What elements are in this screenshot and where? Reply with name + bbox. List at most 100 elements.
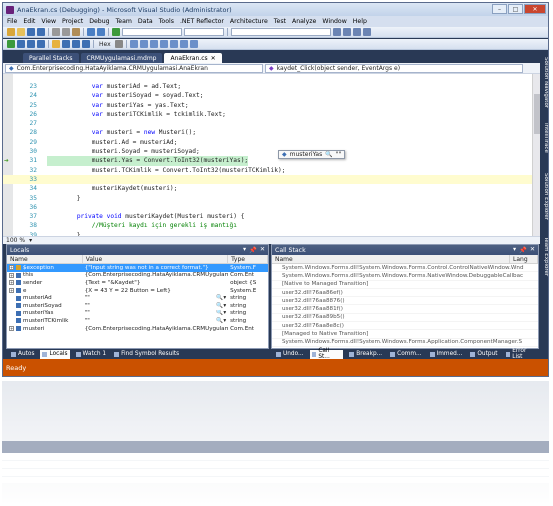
tab-anaekran-cs[interactable]: AnaEkran.cs ✕ [164, 53, 222, 63]
continue-icon[interactable] [7, 40, 15, 48]
tab-error-list[interactable]: Error List [504, 348, 540, 360]
callstack-row[interactable]: System.Windows.Forms.dll!System.Windows.… [272, 264, 538, 273]
callstack-row[interactable]: System.Windows.Forms.dll!System.Windows.… [272, 272, 538, 281]
datatip[interactable]: ◆ musteriYas 🔍 "" [278, 150, 346, 159]
expand-icon[interactable]: + [9, 265, 14, 271]
code-line[interactable]: 31 musteri.Yas = Convert.ToInt32(musteri… [3, 156, 540, 166]
stop-debugging-icon[interactable] [27, 40, 35, 48]
code-line[interactable]: 24 var musteriSoyad = soyad.Text; [3, 91, 540, 100]
cut-icon[interactable] [52, 28, 60, 36]
hex-toggle[interactable]: Hex [97, 41, 113, 48]
code-line[interactable]: 37 private void musteriKaydet(Musteri mu… [3, 212, 540, 221]
locals-row[interactable]: musteriYas "" 🔍▾ string [7, 310, 268, 318]
menu-team[interactable]: Team [116, 18, 132, 25]
magnifier-icon[interactable]: 🔍▾ [216, 318, 228, 324]
new-project-icon[interactable] [7, 28, 15, 36]
menu-architecture[interactable]: Architecture [230, 18, 268, 25]
menu-edit[interactable]: Edit [23, 18, 35, 25]
close-button[interactable]: ✕ [524, 4, 546, 14]
column-name[interactable]: Name [7, 255, 83, 263]
dropdown-icon[interactable]: ▾ [243, 246, 246, 254]
locals-row[interactable]: musteriAd "" 🔍▾ string [7, 294, 268, 302]
code-line[interactable]: 33 [3, 174, 540, 185]
code-line[interactable]: 36 [3, 203, 540, 212]
step-over-icon[interactable] [72, 40, 80, 48]
copy-icon[interactable] [62, 28, 70, 36]
close-icon[interactable]: ✕ [260, 246, 265, 254]
locals-row[interactable]: + this {Com.Enterprisecoding.HataAyiklama.… [7, 272, 268, 280]
magnifier-icon[interactable]: 🔍▾ [216, 295, 228, 301]
column-type[interactable]: Type [228, 255, 268, 263]
platform-combo[interactable] [184, 28, 224, 36]
menu-project[interactable]: Project [62, 18, 83, 25]
chevron-down-icon[interactable]: ▾ [29, 237, 32, 244]
tab-watch-1[interactable]: Watch 1 [74, 350, 109, 359]
next-bookmark-icon[interactable] [179, 40, 188, 48]
tab-autos[interactable]: Autos [9, 350, 36, 359]
expand-icon[interactable]: + [9, 272, 14, 278]
tab-immediate[interactable]: Immed... [428, 350, 465, 359]
column-lang[interactable]: Lang [510, 255, 538, 263]
expand-icon[interactable]: + [9, 280, 14, 286]
step-out-icon[interactable] [82, 40, 90, 48]
code-editor[interactable]: 23 var musteriAd = ad.Text; 24 var muster… [3, 74, 540, 236]
code-line[interactable]: 25 var musteriYas = yas.Text; [3, 101, 540, 110]
menu-data[interactable]: Data [138, 18, 153, 25]
column-name[interactable]: Name [272, 255, 510, 263]
redo-icon[interactable] [97, 28, 105, 36]
tab-output[interactable]: Output [468, 350, 499, 359]
menu-analyze[interactable]: Analyze [292, 18, 316, 25]
dropdown-icon[interactable]: ▾ [513, 246, 516, 254]
tab-locals[interactable]: Locals [40, 349, 70, 359]
callstack-row[interactable]: user32.dll!76aa8e8c() [272, 322, 538, 331]
open-file-icon[interactable] [17, 28, 25, 36]
save-all-icon[interactable] [37, 28, 45, 36]
close-icon[interactable]: ✕ [530, 246, 535, 254]
tab-team-explorer[interactable]: Team Explorer [541, 237, 548, 276]
callstack-row[interactable]: user32.dll!76aa881f() [272, 305, 538, 314]
tab-call-stack[interactable]: Call St... [309, 348, 344, 360]
expand-icon[interactable]: + [9, 288, 14, 294]
code-line[interactable]: 26 var musteriTCKimlik = tckimlik.Text; [3, 110, 540, 119]
find-combo[interactable] [231, 28, 331, 36]
maximize-button[interactable]: □ [508, 4, 523, 14]
callstack-row[interactable]: [Native to Managed Transition] [272, 281, 538, 289]
code-line[interactable]: 34 musteriKaydet(musteri); [3, 184, 540, 193]
callstack-row[interactable]: user32.dll!76aa86ef() [272, 289, 538, 298]
tab-intellitrace[interactable]: IntelliTrace [541, 123, 548, 153]
uncomment-icon[interactable] [139, 40, 148, 48]
bookmark-icon[interactable] [169, 40, 178, 48]
menu-file[interactable]: File [7, 18, 17, 25]
menu-test[interactable]: Test [274, 18, 286, 25]
comment-icon[interactable] [129, 40, 138, 48]
tab-solution-navigator[interactable]: Solution Navigator [541, 57, 548, 108]
paste-icon[interactable] [72, 28, 80, 36]
pin-icon[interactable]: 📌 [249, 246, 257, 254]
code-line[interactable]: 27 [3, 119, 540, 128]
locals-row[interactable]: + sender {Text = "&Kaydet"} object {S [7, 279, 268, 287]
magnifier-icon[interactable]: 🔍 [325, 151, 332, 158]
column-value[interactable]: Value [83, 255, 229, 263]
zoom-level[interactable]: 100 % [6, 237, 25, 244]
locals-row[interactable]: + musteri {Com.Enterprisecoding.HataAyikla… [7, 325, 268, 333]
solution-explorer-icon[interactable] [343, 28, 351, 36]
locals-row[interactable]: + $exception {"Input string was not in a c… [7, 264, 268, 272]
callstack-row[interactable]: [Managed to Native Transition] [272, 330, 538, 339]
show-next-statement-icon[interactable] [52, 40, 60, 48]
class-combo[interactable]: ◆ Com.Enterprisecoding.HataAyiklama.CRMU… [5, 63, 263, 73]
solution-config-combo[interactable] [122, 28, 182, 36]
step-into-icon[interactable] [62, 40, 70, 48]
locals-row[interactable]: + e {X = 43 Y = 22 Button = Left} System.E [7, 287, 268, 295]
magnifier-icon[interactable]: 🔍▾ [216, 310, 228, 316]
tab-solution-explorer[interactable]: Solution Explorer [541, 173, 548, 220]
magnifier-icon[interactable]: 🔍▾ [216, 303, 228, 309]
tab-find-symbol-results[interactable]: Find Symbol Results [112, 350, 181, 359]
code-line[interactable]: 38 //Müşteri kaydı için gerekli iş mantı… [3, 221, 540, 230]
callstack-row[interactable]: user32.dll!76aa8876() [272, 297, 538, 306]
code-line[interactable]: 29 musteri.Ad = musteriAd; [3, 138, 540, 147]
undo-icon[interactable] [87, 28, 95, 36]
callstack-row[interactable]: user32.dll!76aa89b5() [272, 314, 538, 323]
callstack-row[interactable]: System.Windows.Forms.dll!System.Windows.… [272, 339, 538, 347]
minimize-button[interactable]: – [492, 4, 507, 14]
restart-icon[interactable] [37, 40, 45, 48]
